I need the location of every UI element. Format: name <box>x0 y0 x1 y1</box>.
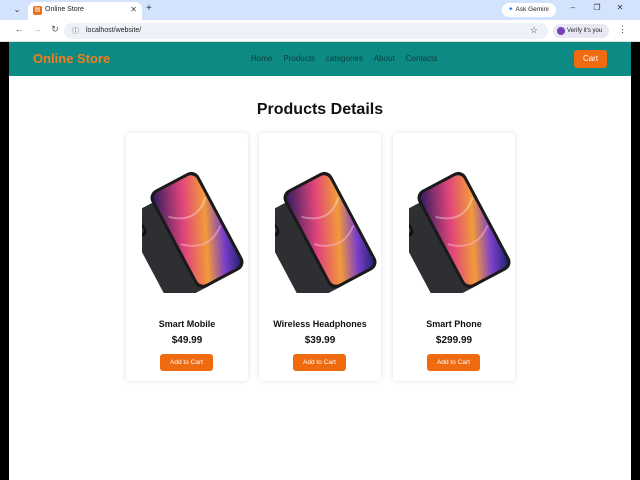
nav-link-products[interactable]: Products <box>283 54 315 63</box>
profile-avatar-icon <box>557 27 565 35</box>
bookmark-star-icon[interactable]: ☆ <box>530 25 538 36</box>
forward-icon[interactable]: → <box>31 24 43 34</box>
gemini-spark-icon: ✦ <box>508 6 514 13</box>
ask-gemini-label: Ask Gemini <box>515 6 549 13</box>
reload-icon[interactable]: ↻ <box>49 24 61 35</box>
tab-title: Online Store <box>45 6 84 13</box>
nav-link-home[interactable]: Home <box>251 54 272 63</box>
browser-tab[interactable]: ▤ Online Store ✕ <box>28 2 142 20</box>
product-price: $39.99 <box>304 335 336 346</box>
product-card: Smart Phone $299.99 Add to Cart <box>393 133 515 381</box>
browser-toolbar: ← → ↻ ⓘ localhost/website/ ☆ Verify it's… <box>0 20 640 42</box>
site-nav: Home Products categories About Contacts <box>251 54 437 63</box>
close-window-icon[interactable]: ✕ <box>614 3 626 12</box>
product-image <box>409 171 511 293</box>
verify-label: Verify it's you <box>567 28 603 34</box>
menu-kebab-icon[interactable]: ⋮ <box>618 24 627 35</box>
product-name: Smart Mobile <box>158 319 216 329</box>
nav-link-contacts[interactable]: Contacts <box>406 54 438 63</box>
back-icon[interactable]: ← <box>13 24 25 34</box>
page-title: Products Details <box>256 101 384 118</box>
new-tab-icon[interactable]: + <box>146 3 152 14</box>
browser-tabstrip: ⌄ ▤ Online Store ✕ + ✦ Ask Gemini – ❐ ✕ <box>0 0 640 20</box>
product-card: Wireless Headphones $39.99 Add to Cart <box>259 133 381 381</box>
minimize-icon[interactable]: – <box>567 3 579 12</box>
site-info-icon[interactable]: ⓘ <box>72 26 79 36</box>
close-tab-icon[interactable]: ✕ <box>130 5 137 14</box>
nav-link-categories[interactable]: categories <box>326 54 363 63</box>
product-price: $299.99 <box>435 335 473 346</box>
cart-button[interactable]: Cart <box>574 50 607 68</box>
restore-icon[interactable]: ❐ <box>591 3 603 12</box>
tab-search-icon[interactable]: ⌄ <box>10 4 24 16</box>
address-bar[interactable]: ⓘ localhost/website/ ☆ <box>64 23 548 39</box>
product-name: Smart Phone <box>426 319 482 329</box>
product-price: $49.99 <box>171 335 203 346</box>
favicon-icon: ▤ <box>33 6 42 15</box>
ask-gemini-button[interactable]: ✦ Ask Gemini <box>502 3 556 17</box>
page-viewport: Online Store Home Products categories Ab… <box>9 42 631 480</box>
product-name: Wireless Headphones <box>273 319 367 329</box>
url-text[interactable]: localhost/website/ <box>86 27 141 34</box>
product-card: Smart Mobile $49.99 Add to Cart <box>126 133 248 381</box>
site-logo[interactable]: Online Store <box>33 51 110 66</box>
add-to-cart-button[interactable]: Add to Cart <box>160 354 213 371</box>
nav-link-about[interactable]: About <box>374 54 395 63</box>
add-to-cart-button[interactable]: Add to Cart <box>293 354 346 371</box>
site-header: Online Store Home Products categories Ab… <box>9 42 631 76</box>
verify-profile-chip[interactable]: Verify it's you <box>553 24 609 38</box>
add-to-cart-button[interactable]: Add to Cart <box>427 354 480 371</box>
